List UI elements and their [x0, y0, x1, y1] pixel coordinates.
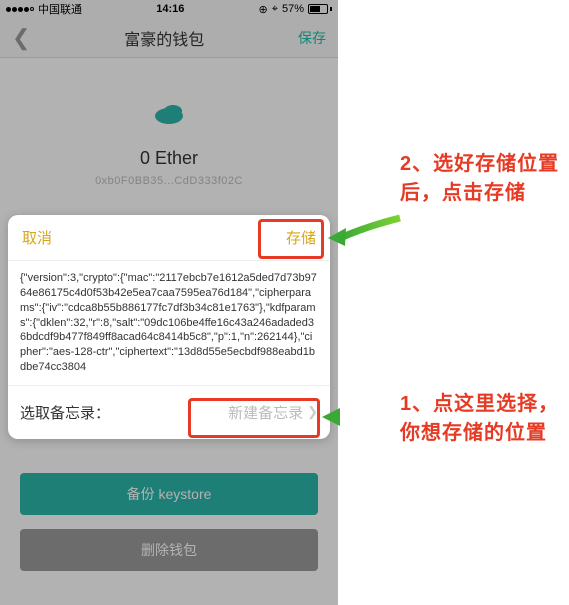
status-right: ⊕ ⌖ 57% [259, 3, 332, 16]
balance-label: 0 Ether [0, 148, 338, 169]
annotation-text-1: 2、选好存储位置后，点击存储 [400, 150, 560, 208]
new-memo-label: 新建备忘录 [228, 402, 303, 423]
select-memo-label: 选取备忘录： [20, 402, 110, 423]
status-time: 14:16 [156, 3, 184, 15]
new-memo-button[interactable]: 新建备忘录 ❯ [228, 402, 318, 423]
modal-footer: 选取备忘录： 新建备忘录 ❯ [8, 386, 330, 439]
modal-header: 取消 存储 [8, 215, 330, 261]
annotation-text-2: 1、点这里选择，你想存储的位置 [400, 390, 560, 448]
status-left: 中国联通 [6, 1, 82, 17]
address-label: 0xb0F0BB35...CdD333f02C [0, 175, 338, 187]
arrow-to-store [328, 208, 406, 258]
export-modal: 取消 存储 {"version":3,"crypto":{"mac":"2117… [8, 215, 330, 439]
battery-icon [308, 4, 332, 14]
status-bar: 中国联通 14:16 ⊕ ⌖ 57% [0, 0, 338, 18]
cancel-button[interactable]: 取消 [22, 227, 52, 248]
chevron-right-icon: ❯ [307, 404, 318, 420]
wallet-content: 0 Ether 0xb0F0BB35...CdD333f02C [0, 58, 338, 187]
signal-dots [6, 7, 34, 12]
alarm-icon: ⊕ [259, 3, 268, 16]
backup-keystore-button[interactable]: 备份 keystore [20, 473, 318, 515]
wallet-avatar-icon [144, 88, 194, 138]
keystore-json-text: {"version":3,"crypto":{"mac":"2117ebcb7e… [8, 261, 330, 386]
save-button[interactable]: 保存 [298, 28, 326, 48]
battery-pct: 57% [282, 3, 304, 15]
store-button[interactable]: 存储 [286, 227, 316, 248]
carrier-label: 中国联通 [38, 1, 82, 17]
page-title: 富豪的钱包 [124, 26, 204, 50]
nav-bar: ❮ 富豪的钱包 保存 [0, 18, 338, 58]
phone-frame: 中国联通 14:16 ⊕ ⌖ 57% ❮ 富豪的钱包 保存 0 Ether [0, 0, 338, 605]
back-icon[interactable]: ❮ [12, 25, 30, 51]
delete-wallet-button[interactable]: 删除钱包 [20, 529, 318, 571]
action-buttons: 备份 keystore 删除钱包 [20, 473, 318, 585]
bluetooth-icon: ⌖ [272, 3, 278, 16]
